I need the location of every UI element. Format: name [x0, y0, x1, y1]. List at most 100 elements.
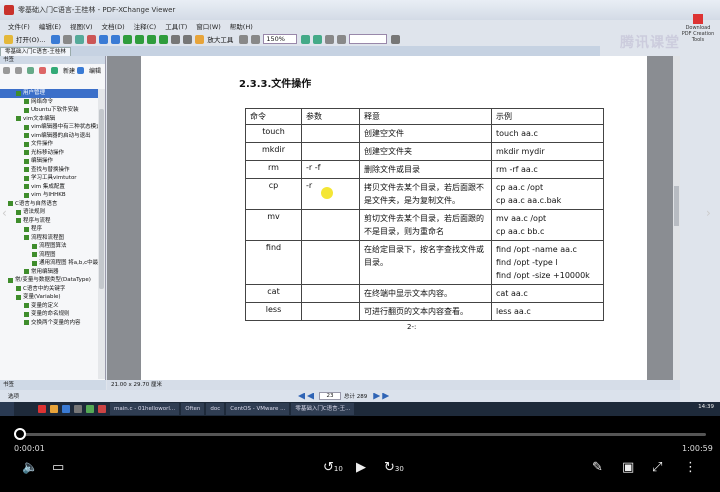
menu-item[interactable]: 帮助(H) [230, 21, 253, 31]
bookmark-item[interactable]: 学习工具vimtutor [0, 174, 98, 183]
document-tab[interactable]: 零基础入门C语言-王桂林 [0, 47, 71, 56]
volume-icon[interactable]: 🔈 [22, 460, 38, 475]
edit-bookmark-button[interactable]: 编辑 [89, 66, 101, 75]
email-icon[interactable] [75, 34, 85, 44]
zoom-in-icon[interactable] [301, 34, 311, 44]
pdfxchange-logo[interactable]: Download PDF Creation Tools [680, 14, 716, 43]
taskbar-item[interactable]: doc [206, 403, 225, 415]
bookmark-item[interactable]: 程序 [0, 225, 98, 234]
page-number-input[interactable]: 23 [319, 392, 341, 400]
menu-item[interactable]: 文档(D) [102, 21, 125, 31]
more-options-icon[interactable]: ⋮ [684, 460, 697, 475]
bookmark-item[interactable]: 通用流程图 将a,b,c中最大值放到max中并输出 [0, 259, 98, 268]
bookmark-item[interactable]: 流程图算法 [0, 242, 98, 251]
zoom-tool-icon[interactable] [195, 34, 205, 44]
search-icon[interactable] [391, 34, 401, 44]
rotate-icon[interactable] [325, 34, 335, 44]
document-scrollbar[interactable] [673, 56, 680, 380]
app-icon-3[interactable] [74, 405, 82, 413]
picture-in-picture-icon[interactable]: ▣ [622, 460, 634, 475]
bookmark-item[interactable]: Ubuntu下软件安装 [0, 106, 98, 115]
previous-arrow-icon[interactable]: ‹ [2, 206, 7, 220]
menu-item[interactable]: 注释(C) [134, 21, 157, 31]
bookmark-item[interactable]: 变量的定义 [0, 302, 98, 311]
menu-item[interactable]: 窗口(W) [196, 21, 221, 31]
bookmark-item[interactable]: vim文本编辑 [0, 115, 98, 124]
zoom-select[interactable]: 150% [263, 34, 298, 44]
bookmark-item[interactable]: vim编辑器中有三种状态模式 [0, 123, 98, 132]
bookmark-item[interactable]: vim编辑器的启动与退出 [0, 132, 98, 141]
new-bookmark-button[interactable]: 新建 [63, 66, 75, 75]
taskbar-item[interactable]: CentOS - VMware ... [226, 403, 290, 415]
folder-icon[interactable] [50, 405, 58, 413]
bookmark-icon[interactable] [27, 66, 34, 74]
first-page-icon[interactable] [123, 34, 133, 44]
menu-item[interactable]: 工具(T) [165, 21, 187, 31]
menu-item[interactable]: 编辑(E) [39, 21, 61, 31]
scroll-thumb[interactable] [99, 109, 104, 289]
next-page-nav-icon[interactable] [373, 392, 381, 400]
subtitles-icon[interactable]: ▭ [52, 460, 64, 475]
snapshot-icon[interactable] [337, 34, 347, 44]
app-icon-5[interactable] [98, 405, 106, 413]
annotate-pen-icon[interactable]: ✎ [592, 460, 603, 475]
collapse-icon[interactable] [15, 66, 22, 74]
next-page-icon[interactable] [147, 34, 157, 44]
first-page-nav-icon[interactable] [298, 392, 305, 400]
rewind-10-icon[interactable]: ↺10 [323, 460, 343, 475]
last-page-icon[interactable] [159, 34, 169, 44]
bookmark-item[interactable]: 查找与替换操作 [0, 166, 98, 175]
bookmark-item[interactable]: vim 与IHHKB [0, 191, 98, 200]
taskbar-item[interactable]: Often [181, 403, 205, 415]
bookmark-item[interactable]: 文件操作 [0, 140, 98, 149]
app-icon-4[interactable] [86, 405, 94, 413]
bookmark-item[interactable]: 网络命令 [0, 98, 98, 107]
forward-icon[interactable] [111, 34, 121, 44]
fit-width-icon[interactable] [251, 34, 261, 44]
back-icon[interactable] [99, 34, 109, 44]
search-input[interactable] [349, 34, 388, 44]
bookmark-item[interactable]: 光标移动操作 [0, 149, 98, 158]
fullscreen-icon[interactable]: ⤢ [652, 460, 662, 475]
zoom-tool-button[interactable]: 放大工具 [207, 34, 233, 44]
print-icon[interactable] [63, 34, 73, 44]
prev-page-nav-icon[interactable] [307, 392, 314, 400]
progress-track[interactable] [14, 433, 706, 436]
bookmark-item[interactable]: 流程图 [0, 251, 98, 260]
bookmarks-bottom-tab[interactable]: 书签 [0, 380, 106, 390]
select-tool-icon[interactable] [183, 34, 193, 44]
bookmark-item[interactable]: 用户管理 [0, 89, 98, 98]
expand-icon[interactable] [3, 66, 10, 74]
document-scroll-thumb[interactable] [674, 186, 679, 226]
bookmark-item[interactable]: vim 集成配置 [0, 183, 98, 192]
new-bookmark-icon[interactable] [51, 66, 58, 74]
menu-item[interactable]: 文件(F) [8, 21, 30, 31]
bookmark-item[interactable]: 常/变量与数据类型(DataType) [0, 276, 98, 285]
zoom-out-icon[interactable] [313, 34, 323, 44]
taskbar-item[interactable]: main.c - 01helloworl... [110, 403, 180, 415]
play-icon[interactable]: ▶ [356, 460, 366, 475]
next-arrow-icon[interactable]: › [706, 206, 711, 220]
bookmark-item[interactable]: 常用编辑器 [0, 268, 98, 277]
delete-icon[interactable] [39, 66, 46, 74]
bookmark-item[interactable]: 编辑操作 [0, 157, 98, 166]
bookmark-item[interactable]: 流程和流程图 [0, 234, 98, 243]
prev-page-icon[interactable] [135, 34, 145, 44]
open-folder-icon[interactable] [4, 34, 13, 44]
app-icon-1[interactable] [38, 405, 46, 413]
fit-page-icon[interactable] [239, 34, 249, 44]
options-label[interactable]: 选项 [8, 392, 298, 400]
open-button[interactable]: 打开(O)... [16, 34, 45, 44]
edit-bookmark-icon[interactable] [77, 66, 85, 74]
bookmarks-scrollbar[interactable] [98, 89, 105, 379]
taskbar-item[interactable]: 零基础入门C语言-王... [291, 403, 355, 415]
start-button[interactable] [0, 402, 14, 416]
save-icon[interactable] [51, 34, 61, 44]
menu-item[interactable]: 视图(V) [70, 21, 93, 31]
bookmark-item[interactable]: 变量的命名规则 [0, 310, 98, 319]
undo-icon[interactable] [87, 34, 97, 44]
bookmark-item[interactable]: C语言与自然语言 [0, 200, 98, 209]
last-page-nav-icon[interactable] [382, 392, 390, 400]
bookmark-item[interactable]: 程序与流程 [0, 217, 98, 226]
forward-30-icon[interactable]: ↻30 [384, 460, 404, 475]
